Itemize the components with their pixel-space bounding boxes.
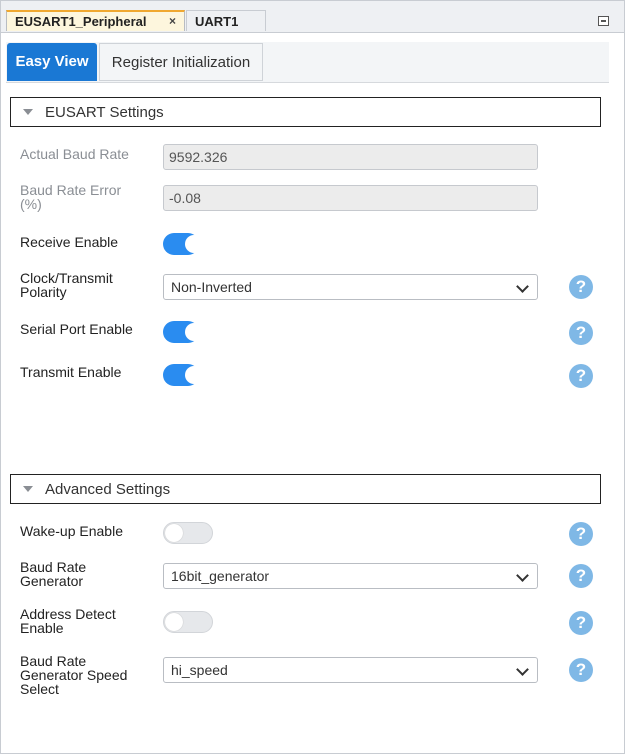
tab-easy-view[interactable]: Easy View [7, 43, 97, 81]
toggle-knob [185, 323, 203, 341]
transmit-enable-label: Transmit Enable [20, 364, 122, 380]
transmit-enable-toggle[interactable] [163, 364, 203, 386]
receive-enable-label: Receive Enable [20, 234, 119, 250]
view-tab-bar: Easy View Register Initialization [6, 42, 609, 83]
baud-rate-generator-label: Baud Rate Generator [20, 560, 86, 588]
minimize-icon[interactable] [598, 16, 609, 26]
help-icon[interactable]: ? [569, 321, 593, 345]
advanced-settings-header[interactable]: Advanced Settings [10, 474, 601, 504]
tab-label: UART1 [195, 14, 239, 29]
wakeup-enable-toggle[interactable] [163, 522, 213, 544]
toggle-knob [165, 524, 183, 542]
baud-rate-error-label-line2: (%) [20, 196, 42, 212]
clock-polarity-select[interactable]: Non-Inverted [163, 274, 538, 300]
baud-rate-generator-label-line2: Generator [20, 573, 84, 589]
help-icon[interactable]: ? [569, 275, 593, 299]
wakeup-enable-label: Wake-up Enable [20, 523, 123, 539]
help-icon[interactable]: ? [569, 564, 593, 588]
baud-rate-speed-label-line3: Select [20, 681, 59, 697]
chevron-down-icon [516, 280, 529, 293]
help-icon[interactable]: ? [569, 364, 593, 388]
clock-polarity-label-line2: Polarity [20, 284, 67, 300]
chevron-down-icon [516, 663, 529, 676]
actual-baud-rate-field: 9592.326 [163, 144, 538, 170]
select-value: 16bit_generator [171, 568, 270, 584]
toggle-knob [185, 235, 203, 253]
tab-label: EUSART1_Peripheral [15, 14, 147, 29]
baud-rate-speed-select[interactable]: hi_speed [163, 657, 538, 683]
baud-rate-error-label: Baud Rate Error (%) [20, 183, 121, 211]
chevron-down-icon [516, 569, 529, 582]
document-tab-bar: EUSART1_Peripheral × UART1 [1, 1, 624, 33]
actual-baud-rate-label: Actual Baud Rate [20, 146, 129, 162]
address-detect-enable-label: Address Detect Enable [20, 607, 116, 635]
address-detect-enable-toggle[interactable] [163, 611, 213, 633]
collapse-triangle-icon [23, 486, 33, 492]
baud-rate-generator-select[interactable]: 16bit_generator [163, 563, 538, 589]
close-tab-icon[interactable]: × [169, 12, 176, 31]
clock-polarity-label: Clock/Transmit Polarity [20, 271, 113, 299]
collapse-triangle-icon [23, 109, 33, 115]
baud-rate-error-field: -0.08 [163, 185, 538, 211]
section-title: Advanced Settings [45, 481, 171, 498]
section-title: EUSART Settings [45, 104, 164, 121]
toggle-knob [165, 613, 183, 631]
toggle-knob [185, 366, 203, 384]
select-value: Non-Inverted [171, 279, 252, 295]
tab-eusart1-peripheral[interactable]: EUSART1_Peripheral × [6, 10, 185, 31]
eusart-settings-header[interactable]: EUSART Settings [10, 97, 601, 127]
peripheral-panel: EUSART1_Peripheral × UART1 Easy View Reg… [0, 0, 625, 754]
address-detect-label-line2: Enable [20, 620, 64, 636]
serial-port-enable-toggle[interactable] [163, 321, 203, 343]
serial-port-enable-label: Serial Port Enable [20, 321, 133, 337]
tab-register-initialization[interactable]: Register Initialization [99, 43, 263, 81]
help-icon[interactable]: ? [569, 658, 593, 682]
select-value: hi_speed [171, 662, 228, 678]
baud-rate-speed-label: Baud Rate Generator Speed Select [20, 654, 127, 696]
tab-uart1[interactable]: UART1 [186, 10, 266, 31]
help-icon[interactable]: ? [569, 611, 593, 635]
receive-enable-toggle[interactable] [163, 233, 203, 255]
help-icon[interactable]: ? [569, 522, 593, 546]
